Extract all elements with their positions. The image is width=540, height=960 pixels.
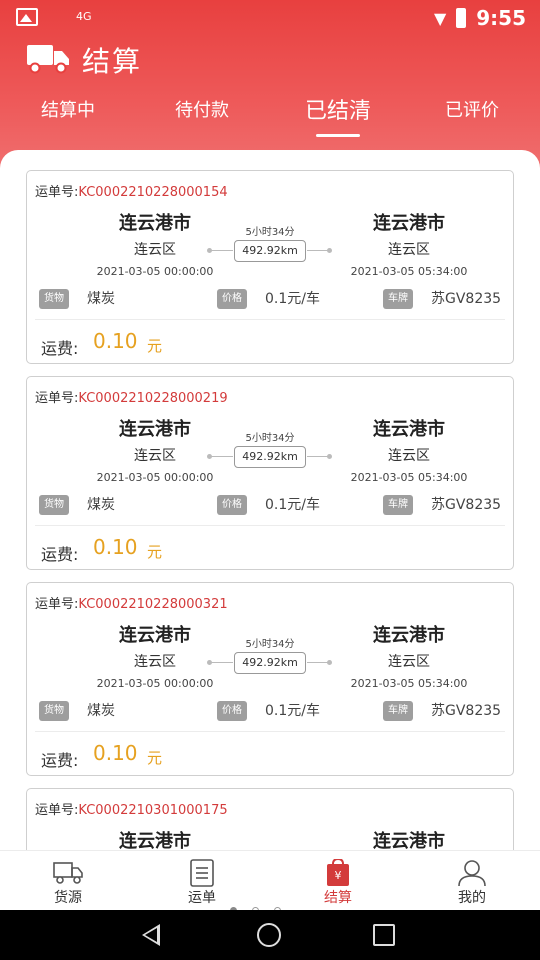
svg-text:¥: ¥ — [335, 869, 342, 882]
nav-label: 运单 — [188, 890, 216, 906]
nav-label: 货源 — [54, 890, 82, 906]
destination-city: 连云港市 — [373, 625, 445, 646]
plate-value: 苏GV8235 — [431, 703, 502, 719]
bottom-navigation: 货源 运单 ¥ 结算 我的 — [0, 850, 540, 910]
destination-city: 连云港市 — [373, 419, 445, 440]
tab-settling[interactable]: 结算中 — [41, 96, 95, 136]
cargo-tag: 货物 — [39, 289, 69, 309]
origin-city: 连云港市 — [119, 625, 191, 646]
page-title: 结算 — [82, 45, 143, 78]
order-card[interactable]: 运单号:KC0002210301000175 连云港市 连云港市 — [26, 788, 514, 850]
price-tag: 价格 — [217, 701, 247, 721]
recent-apps-icon[interactable] — [373, 924, 395, 946]
nav-label: 结算 — [324, 890, 352, 906]
order-card[interactable]: 运单号:KC0002210228000321 连云港市 连云区 2021-03-… — [26, 582, 514, 776]
origin-city: 连云港市 — [119, 831, 191, 850]
arrival-time: 2021-03-05 05:34:00 — [350, 471, 468, 484]
fee-unit: 元 — [147, 337, 163, 355]
fee-value: 0.10 — [93, 329, 138, 353]
order-number: 运单号:KC0002210228000321 — [35, 597, 228, 612]
destination-district: 连云区 — [388, 448, 430, 464]
price-value: 0.1元/车 — [265, 497, 320, 513]
back-icon[interactable] — [142, 924, 160, 946]
plate-tag: 车牌 — [383, 495, 413, 515]
fee-value: 0.10 — [93, 535, 138, 559]
nav-cargo-source[interactable]: 货源 — [18, 851, 118, 911]
route-line — [209, 250, 233, 251]
nav-waybill[interactable]: 运单 — [152, 851, 252, 911]
cargo-value: 煤炭 — [87, 291, 115, 307]
arrival-time: 2021-03-05 05:34:00 — [350, 265, 468, 278]
trip-duration: 5小时34分 — [245, 227, 295, 238]
trip-distance: 492.92km — [234, 446, 306, 468]
cargo-tag: 货物 — [39, 701, 69, 721]
user-icon — [458, 860, 486, 887]
settlement-bag-icon: ¥ — [327, 859, 349, 886]
app-header: 4G ▼ 9:55 结算 结算中 待付款 已结清 已评价 — [0, 0, 540, 175]
card-divider — [35, 525, 505, 526]
departure-time: 2021-03-05 00:00:00 — [96, 265, 214, 278]
fee-value: 0.10 — [93, 741, 138, 765]
plate-value: 苏GV8235 — [431, 291, 502, 307]
departure-time: 2021-03-05 00:00:00 — [96, 677, 214, 690]
status-bar: 4G ▼ 9:55 — [0, 0, 540, 36]
gallery-icon — [16, 8, 38, 26]
nav-settlement[interactable]: ¥ 结算 — [288, 851, 388, 911]
departure-time: 2021-03-05 00:00:00 — [96, 471, 214, 484]
trip-duration: 5小时34分 — [245, 433, 295, 444]
truck-icon — [27, 45, 69, 74]
cargo-tag: 货物 — [39, 495, 69, 515]
fee-label: 运费: — [41, 751, 79, 770]
tab-active-indicator — [316, 134, 360, 137]
origin-city: 连云港市 — [119, 419, 191, 440]
order-card[interactable]: 运单号:KC0002210228000219 连云港市 连云区 2021-03-… — [26, 376, 514, 570]
list-icon — [190, 859, 214, 887]
plate-value: 苏GV8235 — [431, 497, 502, 513]
nav-label: 我的 — [458, 890, 486, 906]
system-nav-bar — [0, 910, 540, 960]
tab-settled[interactable]: 已结清 — [305, 93, 371, 133]
order-number: 运单号:KC0002210301000175 — [35, 803, 228, 818]
destination-district: 连云区 — [388, 654, 430, 670]
order-number: 运单号:KC0002210228000219 — [35, 391, 228, 406]
wifi-icon: ▼ — [433, 8, 447, 28]
destination-district: 连云区 — [388, 242, 430, 258]
nav-mine[interactable]: 我的 — [422, 851, 522, 911]
price-value: 0.1元/车 — [265, 703, 320, 719]
origin-city: 连云港市 — [119, 213, 191, 234]
route-line — [209, 662, 233, 663]
tab-bar: 结算中 待付款 已结清 已评价 — [0, 96, 540, 136]
price-tag: 价格 — [217, 289, 247, 309]
fee-unit: 元 — [147, 749, 163, 767]
plate-tag: 车牌 — [383, 701, 413, 721]
clock: 9:55 — [476, 6, 526, 30]
card-divider — [35, 319, 505, 320]
order-card[interactable]: 运单号:KC0002210228000154 连云港市 连云区 2021-03-… — [26, 170, 514, 364]
tab-reviewed[interactable]: 已评价 — [445, 96, 499, 136]
cargo-value: 煤炭 — [87, 497, 115, 513]
truck-icon — [53, 862, 83, 884]
fee-label: 运费: — [41, 545, 79, 564]
plate-tag: 车牌 — [383, 289, 413, 309]
card-divider — [35, 731, 505, 732]
destination-city: 连云港市 — [373, 213, 445, 234]
tab-pending-payment[interactable]: 待付款 — [175, 96, 229, 136]
price-value: 0.1元/车 — [265, 291, 320, 307]
fee-label: 运费: — [41, 339, 79, 358]
network-indicator: 4G — [76, 10, 92, 23]
destination-city: 连云港市 — [373, 831, 445, 850]
cargo-value: 煤炭 — [87, 703, 115, 719]
home-icon[interactable] — [257, 923, 281, 947]
price-tag: 价格 — [217, 495, 247, 515]
trip-duration: 5小时34分 — [245, 639, 295, 650]
arrival-time: 2021-03-05 05:34:00 — [350, 677, 468, 690]
status-right: ▼ 9:55 — [434, 6, 526, 30]
route-line — [209, 456, 233, 457]
battery-icon — [456, 8, 467, 28]
fee-unit: 元 — [147, 543, 163, 561]
order-list[interactable]: 运单号:KC0002210228000154 连云港市 连云区 2021-03-… — [0, 150, 540, 850]
trip-distance: 492.92km — [234, 240, 306, 262]
trip-distance: 492.92km — [234, 652, 306, 674]
order-number: 运单号:KC0002210228000154 — [35, 185, 228, 200]
